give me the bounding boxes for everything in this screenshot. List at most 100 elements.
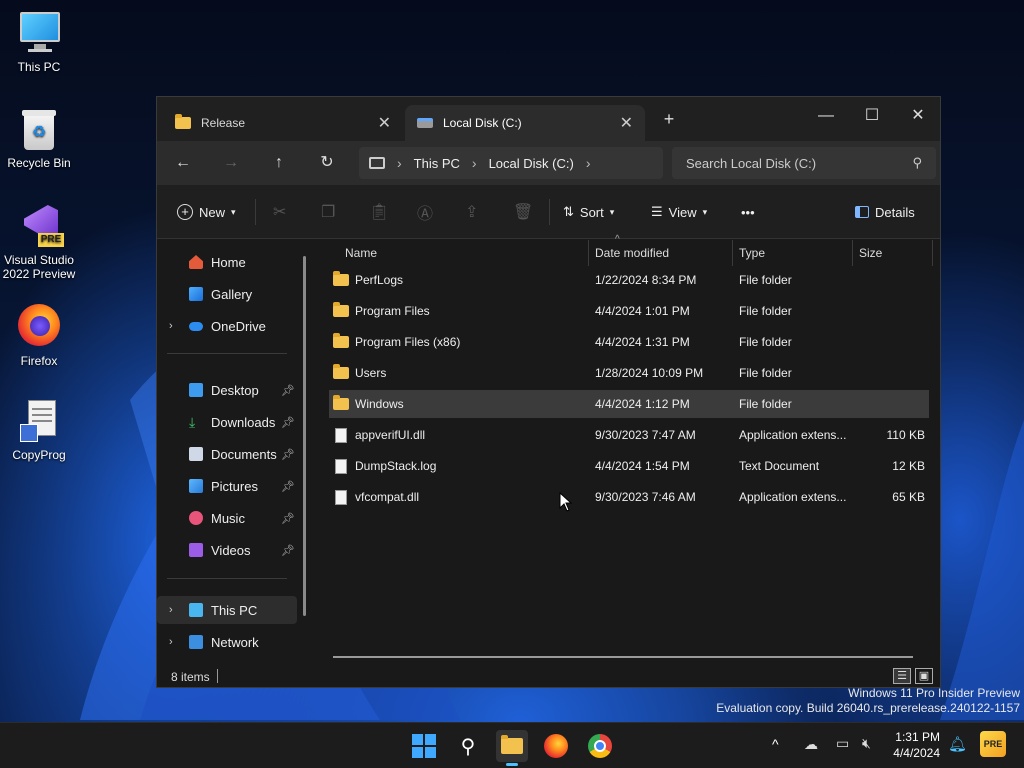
file-type: Application extens... [739,490,847,504]
desktop-icon [189,383,203,397]
file-name: Program Files (x86) [355,335,461,349]
monitor-icon [16,10,62,56]
desktop-icon-firefox[interactable]: Firefox [0,304,78,368]
delete-icon[interactable]: 🗑︎ [513,199,533,225]
large-icons-view-icon[interactable]: ▣ [915,668,933,684]
desktop-icon-recycle-bin[interactable]: ♻ Recycle Bin [0,106,78,170]
sidebar-item-gallery[interactable]: Gallery [157,280,297,308]
maximize-button[interactable]: ☐ [849,101,895,131]
tab-local-disk[interactable]: Local Disk (C:) ✕ [405,105,645,141]
column-header-size[interactable]: Size [853,240,933,266]
file-row[interactable]: vfcompat.dll 9/30/2023 7:46 AM Applicati… [329,483,929,511]
sidebar-item-music[interactable]: Music 📌︎ [157,504,297,532]
chevron-right-icon[interactable]: › [169,320,173,332]
close-tab-icon[interactable]: ✕ [378,113,391,133]
refresh-icon[interactable]: ↻ [313,149,341,177]
sort-button[interactable]: ⇅ Sort ▾ [563,199,614,225]
cut-icon[interactable]: ✂ [273,199,286,225]
pin-icon: 📌︎ [281,384,295,397]
address-bar[interactable]: › This PC › Local Disk (C:) › [359,147,663,179]
toolbar-divider [549,199,550,225]
chevron-down-icon: ▾ [702,206,708,217]
chevron-up-icon[interactable]: ^ [772,736,779,752]
desktop-icon-this-pc[interactable]: This PC [0,10,78,74]
search-icon[interactable]: ⚲ [452,730,484,762]
details-button[interactable]: Details [855,199,915,225]
file-row[interactable]: Program Files 4/4/2024 1:01 PM File fold… [329,297,929,325]
tab-release[interactable]: Release ✕ [163,105,403,141]
recycle-bin-icon: ♻ [16,106,62,152]
details-label: Details [875,204,915,220]
taskbar: ⚲ ^ ☁ ▭ 🔇︎ 1:31 PM 4/4/2024 🔔︎ PRE [0,722,1024,768]
chevron-right-icon[interactable]: › [169,604,173,616]
new-label: New [199,204,226,220]
sidebar-item-this-pc[interactable]: › This PC [157,596,297,624]
chevron-right-icon[interactable]: › [169,636,173,648]
column-header-name[interactable]: Name [339,240,589,266]
desktop-icon-copyprog[interactable]: CopyProg [0,398,78,462]
sort-label: Sort [579,204,604,220]
folder-icon [333,271,349,286]
view-button[interactable]: ☰ View ▾ [651,199,707,225]
taskbar-firefox[interactable] [540,730,572,762]
forward-arrow-icon[interactable]: → [217,149,245,177]
see-more-button[interactable]: ••• [741,199,755,225]
title-bar[interactable]: Release ✕ Local Disk (C:) ✕ + — ☐ ✕ [157,97,940,141]
up-arrow-icon[interactable]: ↑ [265,149,293,177]
taskbar-chrome[interactable] [584,730,616,762]
share-icon[interactable]: ⇪ [465,199,478,225]
column-header-date-modified[interactable]: Date modified [589,240,733,266]
file-row[interactable]: Program Files (x86) 4/4/2024 1:31 PM Fil… [329,328,929,356]
system-clock[interactable]: 1:31 PM 4/4/2024 [888,729,940,761]
sidebar-item-downloads[interactable]: ⤓ Downloads 📌︎ [157,408,297,436]
close-button[interactable]: ✕ [895,101,941,131]
volume-muted-icon[interactable]: 🔇︎ [862,735,871,752]
desktop-icon-label: Firefox [20,354,58,368]
new-tab-button[interactable]: + [657,109,681,130]
network-icon[interactable]: ▭ [836,735,849,752]
network-icon [189,635,203,649]
sidebar-item-pictures[interactable]: Pictures 📌︎ [157,472,297,500]
view-label: View [668,204,697,220]
close-tab-icon[interactable]: ✕ [620,113,633,133]
details-view-icon[interactable]: ☰ [893,668,911,684]
file-explorer-window: Release ✕ Local Disk (C:) ✕ + — ☐ ✕ ← → … [156,96,941,688]
watermark-line: Evaluation copy. Build 26040.rs_prerelea… [716,701,1020,715]
notification-bell-icon[interactable]: 🔔︎ [948,735,967,753]
sidebar-item-label: Desktop [211,382,259,398]
file-row[interactable]: Users 1/28/2024 10:09 PM File folder [329,359,929,387]
onedrive-tray-icon[interactable]: ☁ [804,736,818,753]
sidebar-item-desktop[interactable]: Desktop 📌︎ [157,376,297,404]
search-box[interactable]: Search Local Disk (C:) ⚲ [672,147,936,179]
sidebar-item-home[interactable]: Home [157,248,297,276]
file-row[interactable]: appverifUI.dll 9/30/2023 7:47 AM Applica… [329,421,929,449]
sidebar-item-network[interactable]: › Network [157,628,297,656]
sidebar-item-videos[interactable]: Videos 📌︎ [157,536,297,564]
breadcrumb-this-pc[interactable]: This PC [414,156,460,171]
file-row[interactable]: PerfLogs 1/22/2024 8:34 PM File folder [329,266,929,294]
breadcrumb-local-disk[interactable]: Local Disk (C:) [489,156,574,171]
desktop-icon-label: Visual Studio 2022 Preview [2,253,76,281]
new-button[interactable]: + New ▾ [177,199,236,225]
copy-icon[interactable]: ❐ [321,199,335,225]
desktop-icon-visual-studio[interactable]: PRE Visual Studio 2022 Preview [0,203,78,281]
start-button[interactable] [408,730,440,762]
rename-icon[interactable]: Ⓐ [417,199,433,225]
sidebar-scrollbar[interactable] [303,256,306,616]
search-input[interactable]: Search Local Disk (C:) [686,156,816,171]
sidebar-item-onedrive[interactable]: › OneDrive [157,312,297,340]
sidebar-item-documents[interactable]: Documents 📌︎ [157,440,297,468]
taskbar-file-explorer[interactable] [496,730,528,766]
horizontal-scrollbar[interactable] [333,656,913,658]
file-row[interactable]: Windows 4/4/2024 1:12 PM File folder [329,390,929,418]
column-header-type[interactable]: Type [733,240,853,266]
downloads-icon: ⤓ [189,413,196,430]
back-arrow-icon[interactable]: ← [169,149,197,177]
clock-time: 1:31 PM [895,730,940,744]
minimize-button[interactable]: — [803,101,849,131]
item-count: 8 items [171,670,210,684]
insider-pre-icon[interactable]: PRE [980,731,1006,757]
paste-icon[interactable]: 📋︎ [369,199,389,225]
chevron-right-icon[interactable]: › [586,155,591,171]
file-row[interactable]: DumpStack.log 4/4/2024 1:54 PM Text Docu… [329,452,929,480]
